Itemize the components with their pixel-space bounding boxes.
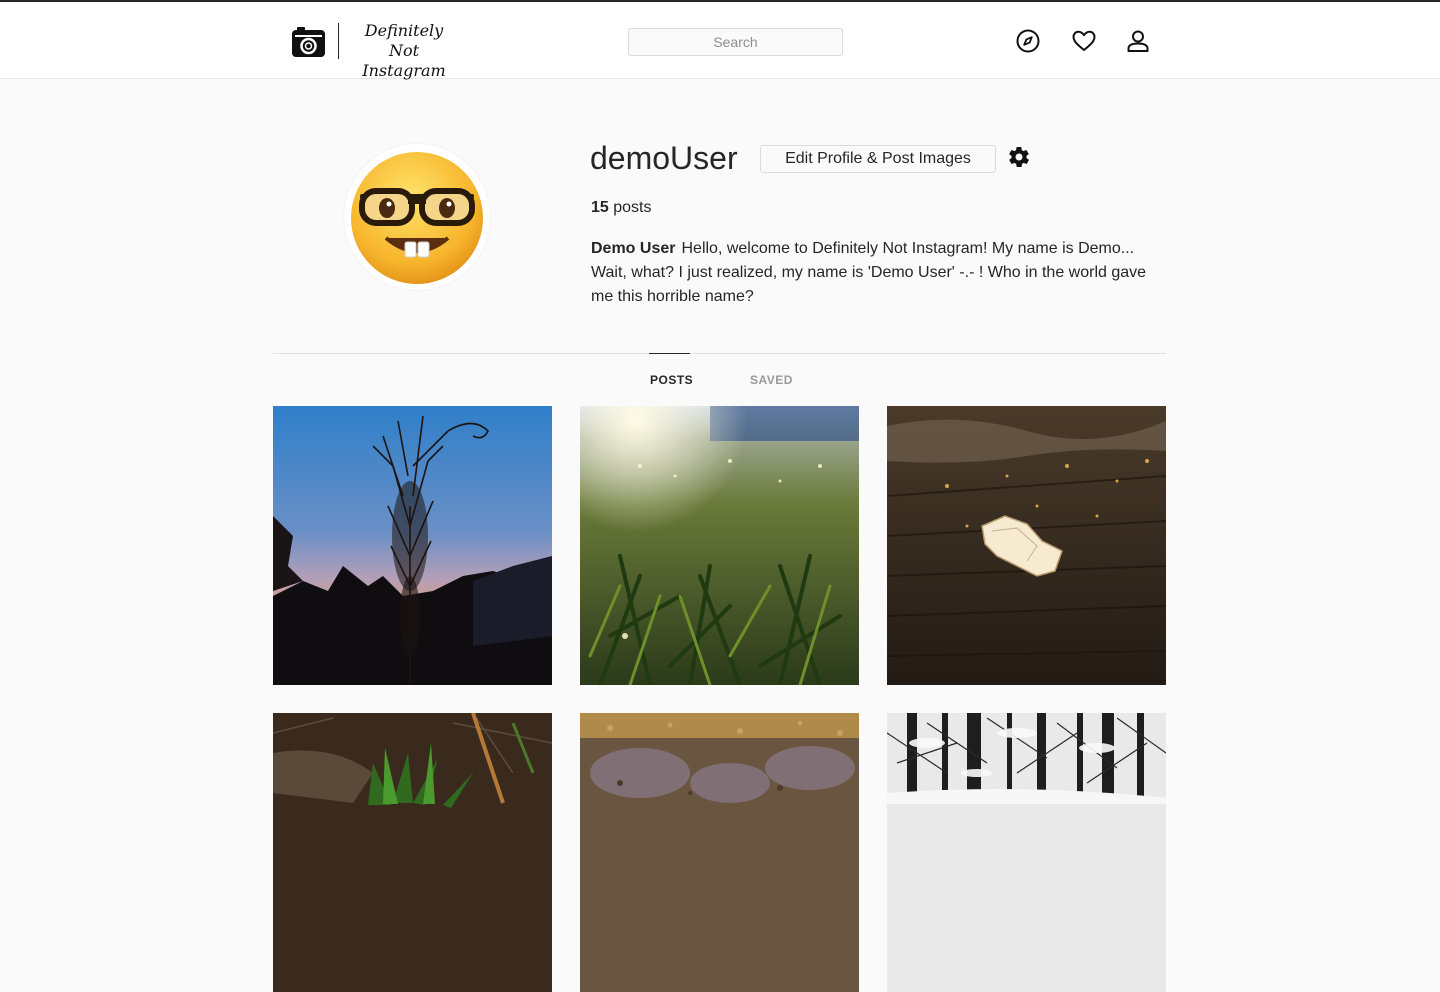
post-image <box>273 713 552 992</box>
heart-icon[interactable] <box>1071 28 1097 54</box>
brand-wordmark[interactable]: Definitely Not Instagram <box>352 21 456 81</box>
post-count-label: posts <box>613 199 652 216</box>
camera-logo-icon[interactable] <box>291 26 326 58</box>
post-image <box>887 713 1166 992</box>
user-icon[interactable] <box>1125 28 1151 54</box>
top-navigation-bar: Definitely Not Instagram <box>0 0 1440 81</box>
post-image <box>580 713 859 992</box>
post-thumbnail[interactable] <box>887 406 1166 685</box>
profile-username: demoUser <box>590 140 738 176</box>
nerd-face-emoji <box>347 147 487 287</box>
active-tab-indicator <box>649 353 690 354</box>
post-thumbnail[interactable] <box>273 713 552 992</box>
profile-bio: Demo User Hello, welcome to Definitely No… <box>591 237 1161 309</box>
tab-saved[interactable]: SAVED <box>750 373 793 387</box>
search-input[interactable] <box>628 28 843 56</box>
brand-line-1: Definitely Not <box>364 21 444 60</box>
tab-posts[interactable]: POSTS <box>650 373 693 387</box>
compass-icon[interactable] <box>1015 28 1041 54</box>
post-thumbnail[interactable] <box>273 406 552 685</box>
post-thumbnail[interactable] <box>580 713 859 992</box>
post-image <box>273 406 552 685</box>
post-thumbnail[interactable] <box>887 713 1166 992</box>
profile-avatar[interactable] <box>344 144 490 290</box>
post-thumbnail[interactable] <box>580 406 859 685</box>
brand-line-2: Instagram <box>362 61 446 80</box>
post-image <box>887 406 1166 685</box>
edit-profile-button[interactable]: Edit Profile & Post Images <box>760 145 996 173</box>
profile-full-name: Demo User <box>591 240 676 257</box>
post-count: 15 posts <box>591 198 652 218</box>
post-count-number: 15 <box>591 199 609 216</box>
logo-divider <box>338 23 339 59</box>
post-image <box>580 406 859 685</box>
gear-icon[interactable] <box>1007 145 1031 169</box>
tabs-divider <box>273 353 1166 354</box>
